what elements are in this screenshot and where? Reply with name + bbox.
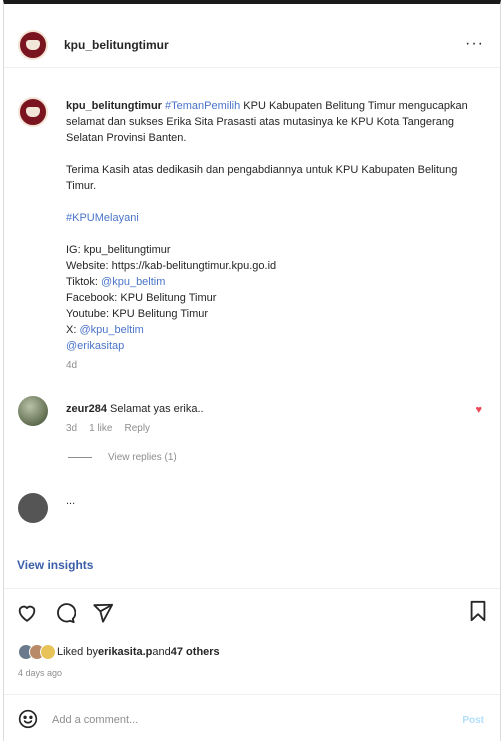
action-bar: [16, 600, 492, 626]
kpu-logo-icon: [26, 107, 40, 117]
comment-item: ...: [4, 489, 500, 523]
likes-prefix: Liked by: [57, 646, 98, 658]
header-username[interactable]: kpu_belitungtimur: [64, 38, 169, 52]
post-comment-button[interactable]: Post: [462, 715, 484, 726]
likes-others[interactable]: 47 others: [171, 646, 220, 658]
share-paper-plane-icon[interactable]: [92, 602, 114, 624]
caption-x-label: X:: [66, 324, 80, 336]
likes-summary[interactable]: Liked by erikasita.p and 47 others: [18, 644, 220, 660]
comment-likes[interactable]: 1 like: [89, 423, 112, 434]
comments-scroll-area[interactable]: kpu_belitungtimur #TemanPemilih KPU Kabu…: [4, 84, 500, 546]
liker-avatar: [40, 644, 56, 660]
likes-mid: and: [152, 646, 171, 658]
comment-item: zeur284 Selamat yas erika.. 3d 1 like Re…: [4, 390, 500, 463]
post-timestamp[interactable]: 4 days ago: [18, 668, 62, 678]
comment-time: 3d: [66, 423, 78, 434]
caption-ig: IG: kpu_belitungtimur: [66, 244, 171, 256]
divider: [4, 694, 500, 695]
view-insights-link[interactable]: View insights: [17, 558, 93, 572]
post-caption: kpu_belitungtimur #TemanPemilih KPU Kabu…: [4, 84, 500, 374]
caption-hashtag[interactable]: #TemanPemilih: [165, 100, 240, 112]
caption-x-link[interactable]: @kpu_beltim: [79, 324, 143, 336]
more-options-icon[interactable]: ···: [465, 35, 484, 53]
view-replies-label[interactable]: View replies (1): [108, 452, 177, 463]
liker-avatars: [18, 644, 56, 660]
caption-website: Website: https://kab-belitungtimur.kpu.g…: [66, 260, 277, 272]
comment-input[interactable]: [52, 714, 463, 726]
commenter-avatar[interactable]: [18, 396, 48, 426]
likes-user[interactable]: erikasita.p: [98, 646, 152, 658]
emoji-smiley-icon[interactable]: [18, 709, 38, 732]
comment-username[interactable]: zeur284: [66, 403, 107, 415]
reply-button[interactable]: Reply: [124, 423, 150, 434]
caption-mention[interactable]: @erikasitap: [66, 340, 124, 352]
caption-paragraph-2: Terima Kasih atas dedikasih dan pengabdi…: [66, 164, 458, 192]
view-replies-button[interactable]: View replies (1): [66, 452, 500, 463]
caption-tiktok-link[interactable]: @kpu_beltim: [101, 276, 165, 288]
caption-avatar[interactable]: [18, 97, 48, 127]
caption-text: kpu_belitungtimur #TemanPemilih KPU Kabu…: [66, 84, 478, 374]
divider: [4, 588, 500, 589]
replies-divider: [68, 457, 92, 458]
caption-facebook: Facebook: KPU Belitung Timur: [66, 292, 217, 304]
caption-tiktok-label: Tiktok:: [66, 276, 102, 288]
comment-like-heart-icon[interactable]: ♥: [475, 404, 482, 416]
bookmark-save-icon[interactable]: [468, 600, 488, 622]
kpu-logo-icon: [26, 39, 40, 50]
caption-time: 4d: [66, 360, 78, 371]
caption-hashtag-2[interactable]: #KPUMelayani: [66, 212, 139, 224]
comment-text: Selamat yas erika..: [110, 403, 204, 415]
post-dialog: kpu_belitungtimur ··· kpu_belitungtimur …: [3, 0, 501, 741]
caption-username[interactable]: kpu_belitungtimur: [66, 100, 162, 112]
like-heart-icon[interactable]: [16, 602, 38, 624]
commenter-avatar[interactable]: [18, 493, 48, 523]
add-comment-bar: Post: [4, 697, 500, 743]
account-avatar[interactable]: [18, 29, 48, 60]
post-header: kpu_belitungtimur ···: [4, 22, 500, 68]
caption-youtube: Youtube: KPU Belitung Timur: [66, 308, 209, 320]
comment-bubble-icon[interactable]: [54, 602, 76, 624]
comment-text: ...: [66, 495, 76, 507]
